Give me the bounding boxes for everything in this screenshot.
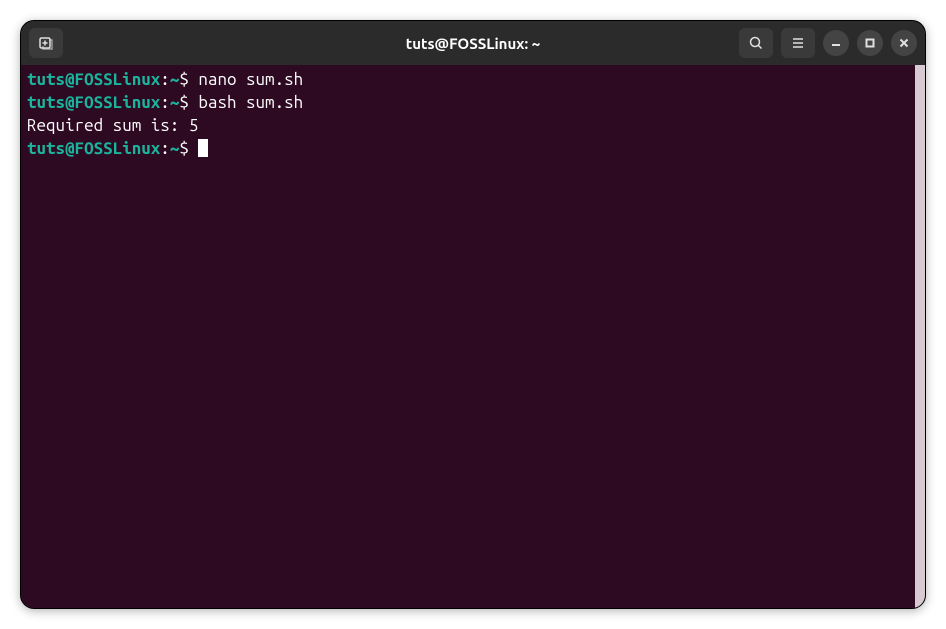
prompt-separator: : bbox=[160, 70, 170, 89]
maximize-icon bbox=[864, 37, 876, 49]
new-tab-button[interactable] bbox=[29, 28, 63, 58]
menu-button[interactable] bbox=[781, 28, 815, 58]
window-title: tuts@FOSSLinux: ~ bbox=[406, 35, 540, 52]
terminal-line: Required sum is: 5 bbox=[27, 115, 919, 138]
prompt-symbol: $ bbox=[179, 139, 189, 158]
hamburger-icon bbox=[790, 35, 806, 51]
minimize-icon bbox=[830, 37, 842, 49]
prompt-path: ~ bbox=[170, 93, 180, 112]
new-tab-icon bbox=[38, 35, 54, 51]
terminal-body[interactable]: tuts@FOSSLinux:~$ nano sum.sh tuts@FOSSL… bbox=[21, 65, 925, 608]
prompt-symbol: $ bbox=[179, 70, 189, 89]
prompt-path: ~ bbox=[170, 70, 180, 89]
scrollbar[interactable] bbox=[915, 65, 925, 608]
close-icon bbox=[898, 37, 910, 49]
command-text: nano sum.sh bbox=[198, 70, 303, 89]
titlebar: tuts@FOSSLinux: ~ bbox=[21, 21, 925, 65]
minimize-button[interactable] bbox=[823, 30, 849, 56]
prompt-user-host: tuts@FOSSLinux bbox=[27, 139, 160, 158]
close-button[interactable] bbox=[891, 30, 917, 56]
prompt-separator: : bbox=[160, 93, 170, 112]
terminal-line: tuts@FOSSLinux:~$ bash sum.sh bbox=[27, 92, 919, 115]
search-button[interactable] bbox=[739, 28, 773, 58]
output-text: Required sum is: 5 bbox=[27, 116, 198, 135]
prompt-separator: : bbox=[160, 139, 170, 158]
terminal-window: tuts@FOSSLinux: ~ bbox=[20, 20, 926, 609]
titlebar-right bbox=[739, 28, 917, 58]
titlebar-left bbox=[29, 28, 63, 58]
prompt-symbol: $ bbox=[179, 93, 189, 112]
terminal-line: tuts@FOSSLinux:~$ nano sum.sh bbox=[27, 69, 919, 92]
search-icon bbox=[748, 35, 764, 51]
terminal-line: tuts@FOSSLinux:~$ bbox=[27, 138, 919, 161]
prompt-user-host: tuts@FOSSLinux bbox=[27, 93, 160, 112]
command-text: bash sum.sh bbox=[198, 93, 303, 112]
prompt-path: ~ bbox=[170, 139, 180, 158]
maximize-button[interactable] bbox=[857, 30, 883, 56]
prompt-user-host: tuts@FOSSLinux bbox=[27, 70, 160, 89]
cursor bbox=[198, 139, 208, 157]
